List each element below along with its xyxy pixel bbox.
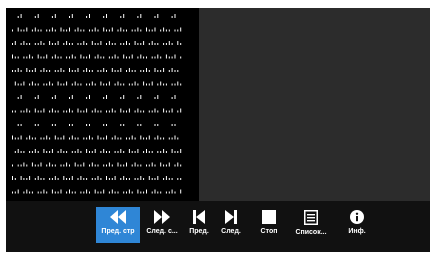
stop-button[interactable]: Стоп bbox=[255, 207, 283, 243]
prev-label: Пред. bbox=[189, 228, 209, 235]
skip-previous-icon bbox=[193, 210, 205, 224]
next-page-label: След. с... bbox=[146, 228, 178, 235]
list-label: Список... bbox=[295, 229, 327, 236]
stop-label: Стоп bbox=[260, 228, 278, 235]
list-button[interactable]: Список... bbox=[289, 207, 333, 243]
stop-icon bbox=[262, 210, 276, 224]
next-button[interactable]: След. bbox=[217, 207, 245, 243]
reader-window: Пред. стр След. с... Пред. След. Стоп Сп… bbox=[6, 8, 430, 252]
braille-dots-graphic bbox=[12, 14, 182, 194]
prev-button[interactable]: Пред. bbox=[185, 207, 213, 243]
page-viewer[interactable] bbox=[6, 8, 430, 201]
next-label: След. bbox=[221, 228, 241, 235]
prev-page-label: Пред. стр bbox=[101, 228, 135, 235]
bottom-toolbar: Пред. стр След. с... Пред. След. Стоп Сп… bbox=[6, 201, 430, 252]
info-button[interactable]: Инф. bbox=[343, 207, 371, 243]
info-label: Инф. bbox=[348, 228, 366, 235]
prev-page-button[interactable]: Пред. стр bbox=[96, 207, 140, 243]
next-page-button[interactable]: След. с... bbox=[140, 207, 184, 243]
skip-next-icon bbox=[225, 210, 237, 224]
info-icon bbox=[350, 210, 364, 224]
fast-forward-icon bbox=[154, 210, 170, 224]
list-icon bbox=[304, 210, 318, 225]
braille-page[interactable] bbox=[6, 8, 199, 201]
fast-backward-icon bbox=[110, 210, 126, 224]
